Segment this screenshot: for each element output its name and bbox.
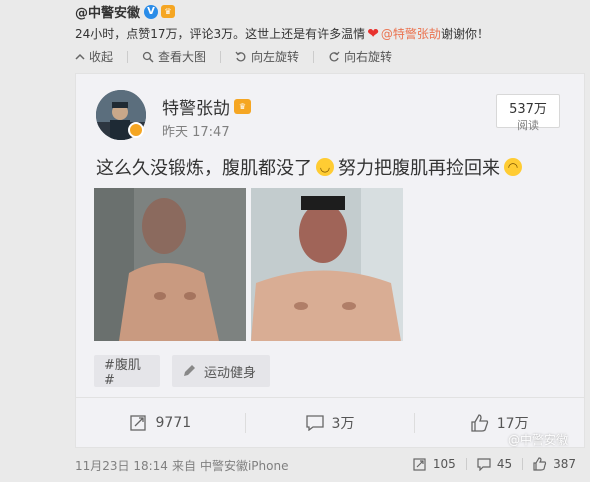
card-repost-button[interactable]: 9771 [76,398,245,447]
topic-tag[interactable]: 运动健身 [172,355,270,387]
repost-author-line: @中警安徽 V ♛ [75,2,176,21]
view-large-button[interactable]: 查看大图 [142,48,206,65]
card-author-name[interactable]: 特警张劼 [162,94,230,119]
heart-icon: ❤ [367,25,379,42]
photo-1-image [94,188,246,341]
post-text: 这么久没锻炼，腹肌都没了 ◡ 努力把腹肌再捡回来 ◠ [96,154,526,180]
collapse-label: 收起 [89,50,114,64]
footer-divider [522,458,524,470]
footer-source[interactable]: 中警安徽iPhone [200,457,289,474]
footer-repost-count: 105 [432,457,456,471]
repost-author-name[interactable]: @中警安徽 [75,2,140,21]
pen-icon [184,365,195,376]
thumbs-up-icon [471,413,488,432]
photo-2-image [251,188,403,341]
verified-icon: V [144,4,159,19]
card-author: 特警张劼 ♛ [162,94,251,119]
post-text-part1: 这么久没锻炼，腹肌都没了 [96,158,312,179]
card-time: 昨天 17:47 [162,125,230,140]
view-large-label: 查看大图 [158,50,207,64]
image-toolbar: 收起 查看大图 向左旋转 向右旋转 [75,48,406,65]
toolbar-divider [220,50,222,63]
search-icon [142,51,154,63]
comment-icon [477,457,491,471]
card-repost-count: 9771 [155,414,192,431]
toolbar-divider [313,50,315,63]
original-post-card: 特警张劼 ♛ 昨天 17:47 537万 阅读 这么久没锻炼，腹肌都没了 ◡ 努… [75,73,585,448]
hashtag-tag[interactable]: #腹肌# [94,355,160,388]
flushed-emoji-icon: ◠ [504,158,522,176]
footer-like-button[interactable]: 387 [533,457,576,471]
card-comment-button[interactable]: 3万 [246,398,415,447]
comment-icon [305,414,324,431]
rotate-left-button[interactable]: 向左旋转 [235,48,299,65]
repost-comment: 24小时，点赞17万，评论3万。这世上还是有许多温情 ❤ @特警张劼 谢谢你！ [75,25,489,42]
rotate-right-icon [329,51,340,61]
post-photo-2[interactable] [251,188,403,341]
footer-source-prefix: 来自 [171,459,196,473]
rotate-left-icon [235,51,246,61]
smile-emoji-icon: ◡ [316,158,334,176]
collapse-icon [75,53,85,60]
repost-icon [413,457,426,471]
views-badge: 537万 阅读 [496,94,560,132]
footer-comment-count: 45 [496,457,513,471]
repost-icon [129,414,146,431]
repost-comment-text: 24小时，点赞17万，评论3万。这世上还是有许多温情 [75,27,366,41]
collapse-button[interactable]: 收起 [75,48,113,65]
repost-footer: 11月23日 18:14 来自 中警安徽iPhone 105 45 387 [75,457,590,474]
card-like-count: 17万 [496,415,529,432]
rotate-right-label: 向右旋转 [344,50,393,64]
rotate-right-button[interactable]: 向右旋转 [328,48,392,65]
footer-divider [465,458,467,470]
crown-icon: ♛ [161,5,176,18]
rotate-left-label: 向左旋转 [251,50,300,64]
footer-comment-button[interactable]: 45 [477,457,512,471]
toolbar-divider [127,50,129,63]
verified-badge-icon [128,122,144,138]
views-label: 阅读 [517,119,539,132]
footer-like-count: 387 [553,457,576,471]
watermark: @中警安徽 [508,433,569,447]
thumbs-up-icon [533,457,547,471]
crown-icon: ♛ [234,99,251,114]
footer-repost-button[interactable]: 105 [413,457,456,471]
post-photo-1[interactable] [94,188,246,341]
post-text-part2: 努力把腹肌再捡回来 [338,158,500,179]
footer-action-bar: 105 45 387 [403,457,576,471]
repost-comment-thanks: 谢谢你！ [440,27,489,41]
footer-time[interactable]: 11月23日 18:14 [75,457,168,474]
topic-tag-label: 运动健身 [204,365,257,381]
mention-link[interactable]: @特警张劼 [381,25,441,42]
views-count: 537万 [509,102,547,117]
card-comment-count: 3万 [331,415,355,432]
